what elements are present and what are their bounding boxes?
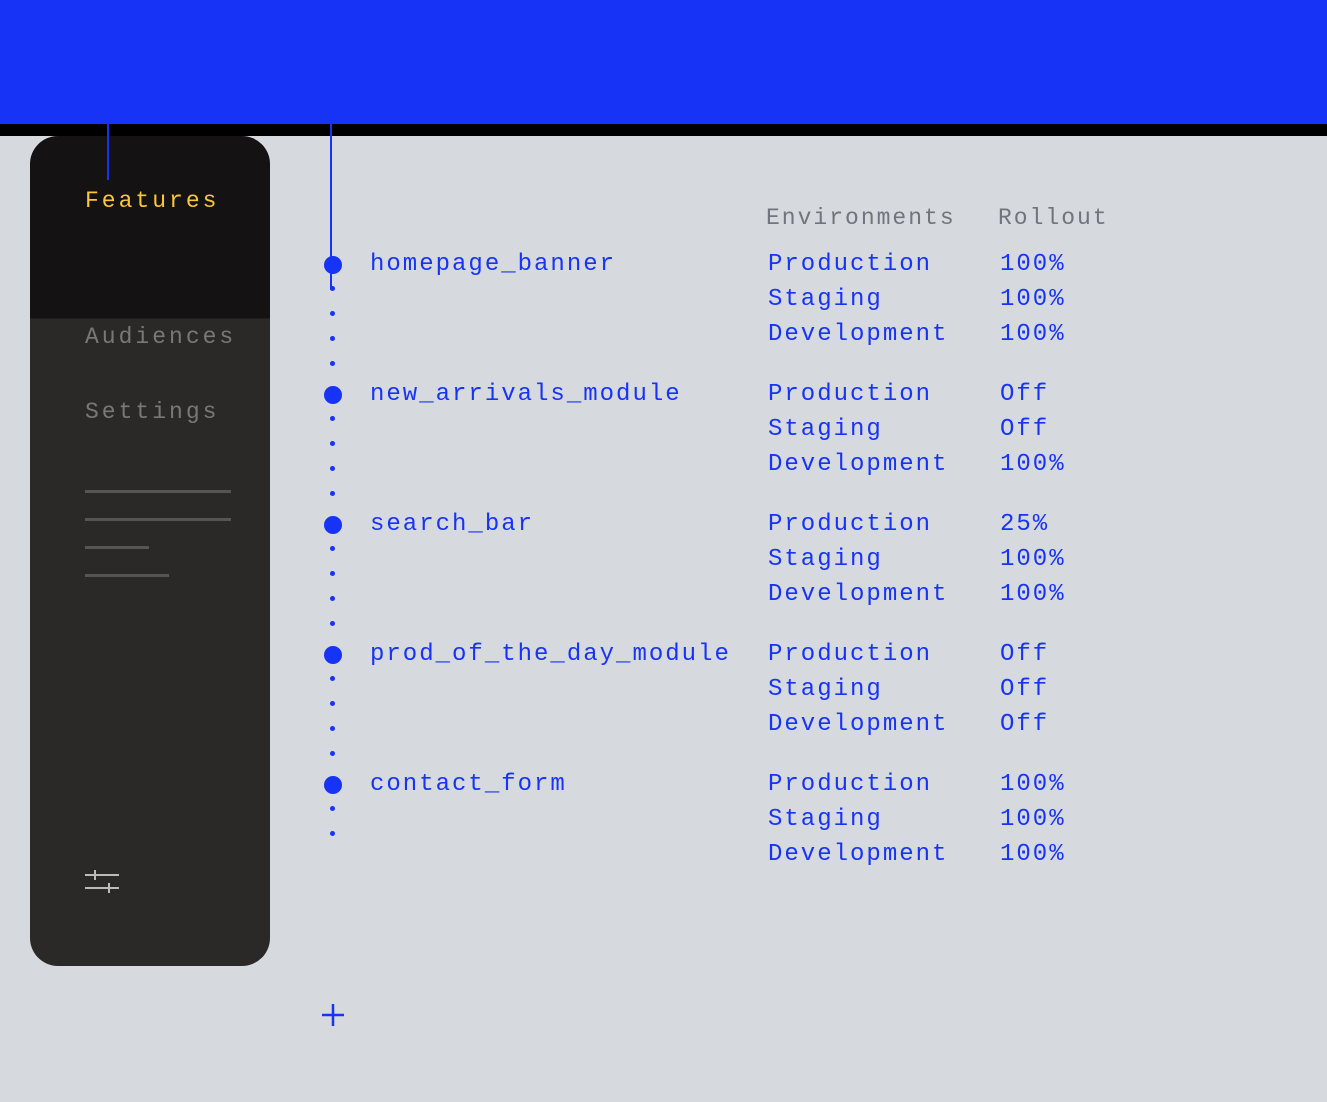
environment-value: Staging: [768, 286, 1000, 313]
feature-row[interactable]: search_barProductionStagingDevelopment25…: [318, 511, 1278, 641]
environment-value: Staging: [768, 806, 1000, 833]
environments-column: Production Staging Development: [768, 771, 1000, 868]
feature-row[interactable]: new_arrivals_moduleProduction Staging Deve…: [318, 381, 1278, 511]
rollout-value: Off: [1000, 711, 1049, 738]
rollout-value: Off: [1000, 416, 1066, 443]
environments-column: Production Staging Development: [768, 381, 1000, 478]
feature-name: prod_of_the_day_module: [370, 641, 768, 668]
rollout-column: 25% 100% 100%: [1000, 511, 1066, 608]
feature-bullet-icon: [324, 776, 342, 794]
feature-name: contact_form: [370, 771, 768, 798]
environment-value: Development: [768, 321, 1000, 348]
environment-value: Production: [768, 251, 1000, 278]
rollout-value: 25%: [1000, 511, 1066, 538]
rollout-value: 100%: [1000, 771, 1066, 798]
environment-value: Staging: [768, 676, 1000, 703]
header-environments: Environments: [766, 205, 998, 231]
connector-dots: [330, 416, 335, 496]
add-feature-button[interactable]: [318, 1000, 348, 1030]
connector-dots: [330, 806, 335, 836]
sidebar-item-features[interactable]: Features: [85, 188, 219, 214]
rollout-value: 100%: [1000, 451, 1066, 478]
features-table: Environments Rollout homepage_bannerProd…: [318, 205, 1278, 901]
rollout-column: Off Off 100%: [1000, 381, 1066, 478]
rollout-value: 100%: [1000, 546, 1066, 573]
environments-column: Production Staging Development: [768, 251, 1000, 348]
rollout-value: 100%: [1000, 806, 1066, 833]
sliders-icon[interactable]: [85, 868, 119, 896]
divider-strip: [0, 124, 1327, 136]
rollout-column: 100% 100% 100%: [1000, 251, 1066, 348]
sidebar: Features Audiences Settings: [30, 136, 270, 966]
environments-column: Production Staging Development: [768, 511, 1000, 608]
rollout-column: 100% 100% 100%: [1000, 771, 1066, 868]
environment-value: Staging: [768, 416, 1000, 443]
rollout-value: Off: [1000, 381, 1066, 408]
environment-value: Production: [768, 511, 1000, 538]
environment-value: Production: [768, 641, 1000, 668]
environment-value: Development: [768, 581, 1000, 608]
feature-name: new_arrivals_module: [370, 381, 768, 408]
environment-value: Development: [768, 711, 1000, 738]
feature-row[interactable]: contact_formProduction Staging Development…: [318, 771, 1278, 901]
environment-value: Production: [768, 771, 1000, 798]
environment-value: Development: [768, 451, 1000, 478]
feature-bullet-icon: [324, 256, 342, 274]
connector-line-content: [330, 0, 332, 290]
header-rollout: Rollout: [998, 205, 1109, 231]
connector-dots: [330, 676, 335, 756]
connector-dots: [330, 546, 335, 626]
sidebar-item-settings[interactable]: Settings: [85, 399, 219, 425]
sidebar-placeholder-lines: [85, 490, 231, 602]
rollout-value: 100%: [1000, 841, 1066, 868]
feature-bullet-icon: [324, 516, 342, 534]
rollout-value: Off: [1000, 641, 1049, 668]
feature-bullet-icon: [324, 386, 342, 404]
feature-row[interactable]: homepage_bannerProduction Staging Developm…: [318, 251, 1278, 381]
environment-value: Production: [768, 381, 1000, 408]
environment-value: Staging: [768, 546, 1000, 573]
feature-bullet-icon: [324, 646, 342, 664]
header-bar: [0, 0, 1327, 130]
sidebar-item-audiences[interactable]: Audiences: [85, 324, 236, 350]
feature-name: search_bar: [370, 511, 768, 538]
feature-name: homepage_banner: [370, 251, 768, 278]
rollout-value: 100%: [1000, 286, 1066, 313]
rollout-value: 100%: [1000, 321, 1066, 348]
connector-line-sidebar: [107, 0, 109, 180]
rollout-value: Off: [1000, 676, 1049, 703]
feature-row[interactable]: prod_of_the_day_moduleProduction Staging D…: [318, 641, 1278, 771]
connector-dots: [330, 286, 335, 366]
rollout-column: Off Off Off: [1000, 641, 1049, 738]
environments-column: Production Staging Development: [768, 641, 1000, 738]
table-headers: Environments Rollout: [318, 205, 1278, 231]
rollout-value: 100%: [1000, 581, 1066, 608]
rollout-value: 100%: [1000, 251, 1066, 278]
environment-value: Development: [768, 841, 1000, 868]
